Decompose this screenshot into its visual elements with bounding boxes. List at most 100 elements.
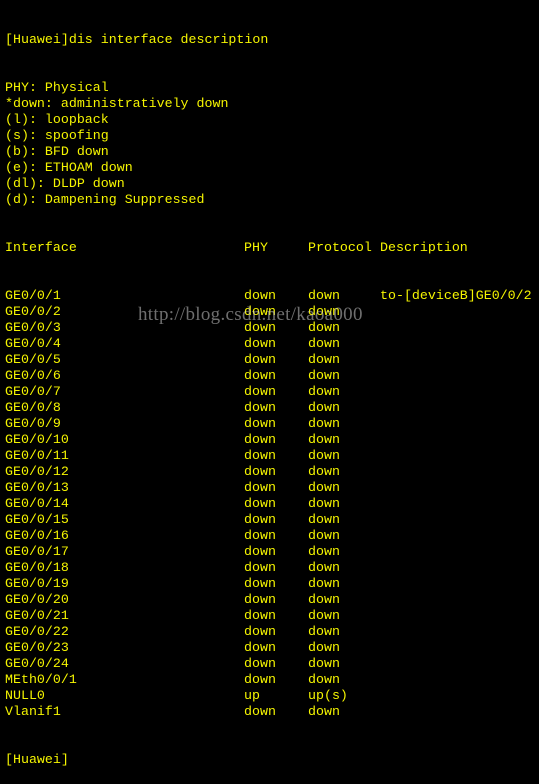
table-row: GE0/0/14 down down xyxy=(5,496,340,512)
terminal-output: [Huawei]dis interface description PHY: P… xyxy=(5,0,532,784)
cell-phy: down xyxy=(244,512,276,527)
table-row: GE0/0/11 down down xyxy=(5,448,340,464)
cell-protocol: down xyxy=(308,608,340,623)
cell-phy: down xyxy=(244,368,276,383)
table-row: GE0/0/6 down down xyxy=(5,368,340,384)
cell-phy: down xyxy=(244,704,276,719)
legend-line: (dl): DLDP down xyxy=(5,176,125,191)
cell-protocol: down xyxy=(308,528,340,543)
cell-interface: GE0/0/21 xyxy=(5,608,69,623)
cell-phy: down xyxy=(244,640,276,655)
cell-phy: down xyxy=(244,416,276,431)
cell-phy: down xyxy=(244,448,276,463)
legend-line: (e): ETHOAM down xyxy=(5,160,133,175)
command-line: [Huawei]dis interface description xyxy=(5,32,269,47)
cell-protocol: down xyxy=(308,368,340,383)
cell-protocol: down xyxy=(308,448,340,463)
table-row: GE0/0/9 down down xyxy=(5,416,340,432)
cell-protocol: down xyxy=(308,624,340,639)
cell-protocol: down xyxy=(308,464,340,479)
table-row: GE0/0/8 down down xyxy=(5,400,340,416)
legend-line: (b): BFD down xyxy=(5,144,109,159)
cell-interface: GE0/0/11 xyxy=(5,448,69,463)
cell-protocol: down xyxy=(308,512,340,527)
cell-protocol: down xyxy=(308,384,340,399)
cell-protocol: down xyxy=(308,336,340,351)
cell-protocol: down xyxy=(308,352,340,367)
cell-interface: GE0/0/12 xyxy=(5,464,69,479)
cell-interface: GE0/0/19 xyxy=(5,576,69,591)
table-row: GE0/0/17 down down xyxy=(5,544,340,560)
header-phy: PHY xyxy=(244,240,268,255)
cell-interface: GE0/0/15 xyxy=(5,512,69,527)
table-row: GE0/0/7 down down xyxy=(5,384,340,400)
cell-protocol: down xyxy=(308,672,340,687)
cell-interface: GE0/0/6 xyxy=(5,368,61,383)
cell-phy: down xyxy=(244,384,276,399)
table-row: GE0/0/12 down down xyxy=(5,464,340,480)
table-row: GE0/0/4 down down xyxy=(5,336,340,352)
cell-protocol: down xyxy=(308,432,340,447)
cell-phy: down xyxy=(244,480,276,495)
cell-phy: down xyxy=(244,528,276,543)
cell-interface: GE0/0/8 xyxy=(5,400,61,415)
cell-phy: down xyxy=(244,464,276,479)
cell-interface: GE0/0/10 xyxy=(5,432,69,447)
cell-interface: GE0/0/4 xyxy=(5,336,61,351)
cell-phy: down xyxy=(244,592,276,607)
cell-interface: GE0/0/24 xyxy=(5,656,69,671)
legend-line: *down: administratively down xyxy=(5,96,229,111)
cell-interface: Vlanif1 xyxy=(5,704,61,719)
prompt[interactable]: [Huawei] xyxy=(5,752,268,768)
cell-phy: down xyxy=(244,288,276,303)
cell-phy: down xyxy=(244,656,276,671)
legend-line: (l): loopback xyxy=(5,112,109,127)
cell-description: to-[deviceB]GE0/0/2 xyxy=(380,288,532,303)
table-row: Vlanif1 down down xyxy=(5,704,340,720)
cell-phy: down xyxy=(244,544,276,559)
cell-protocol: down xyxy=(308,704,340,719)
cell-phy: up xyxy=(244,688,260,703)
cell-interface: NULL0 xyxy=(5,688,45,703)
cell-interface: GE0/0/2 xyxy=(5,304,61,319)
header-interface: Interface xyxy=(5,240,77,255)
cell-interface: GE0/0/14 xyxy=(5,496,69,511)
cell-interface: GE0/0/23 xyxy=(5,640,69,655)
cell-phy: down xyxy=(244,672,276,687)
cell-interface: GE0/0/20 xyxy=(5,592,69,607)
cell-interface: GE0/0/5 xyxy=(5,352,61,367)
cell-interface: GE0/0/22 xyxy=(5,624,69,639)
legend-line: (s): spoofing xyxy=(5,128,109,143)
table-row: MEth0/0/1 down down xyxy=(5,672,340,688)
cell-protocol: down xyxy=(308,544,340,559)
cell-protocol: down xyxy=(308,320,340,335)
cell-protocol: down xyxy=(308,480,340,495)
table-row: GE0/0/16 down down xyxy=(5,528,340,544)
table-header: Interface PHY Protocol Description xyxy=(5,240,468,256)
table-row: NULL0 up up(s) xyxy=(5,688,348,704)
cell-interface: MEth0/0/1 xyxy=(5,672,77,687)
cell-interface: GE0/0/3 xyxy=(5,320,61,335)
cell-phy: down xyxy=(244,560,276,575)
cell-protocol: down xyxy=(308,576,340,591)
cell-phy: down xyxy=(244,624,276,639)
table-row: GE0/0/2 down down xyxy=(5,304,340,320)
table-row: GE0/0/20 down down xyxy=(5,592,340,608)
table-row: GE0/0/24 down down xyxy=(5,656,340,672)
cell-protocol: down xyxy=(308,304,340,319)
cell-phy: down xyxy=(244,336,276,351)
table-row: GE0/0/5 down down xyxy=(5,352,340,368)
table-row: GE0/0/3 down down xyxy=(5,320,340,336)
legend: PHY: Physical *down: administratively dow… xyxy=(5,80,268,208)
cell-protocol: down xyxy=(308,656,340,671)
cell-protocol: down xyxy=(308,640,340,655)
cell-phy: down xyxy=(244,352,276,367)
cell-phy: down xyxy=(244,496,276,511)
cell-phy: down xyxy=(244,400,276,415)
table-row: GE0/0/22 down down xyxy=(5,624,340,640)
cell-protocol: down xyxy=(308,560,340,575)
cell-phy: down xyxy=(244,576,276,591)
cell-interface: GE0/0/1 xyxy=(5,288,61,303)
cell-protocol: down xyxy=(308,400,340,415)
table-row: GE0/0/19 down down xyxy=(5,576,340,592)
